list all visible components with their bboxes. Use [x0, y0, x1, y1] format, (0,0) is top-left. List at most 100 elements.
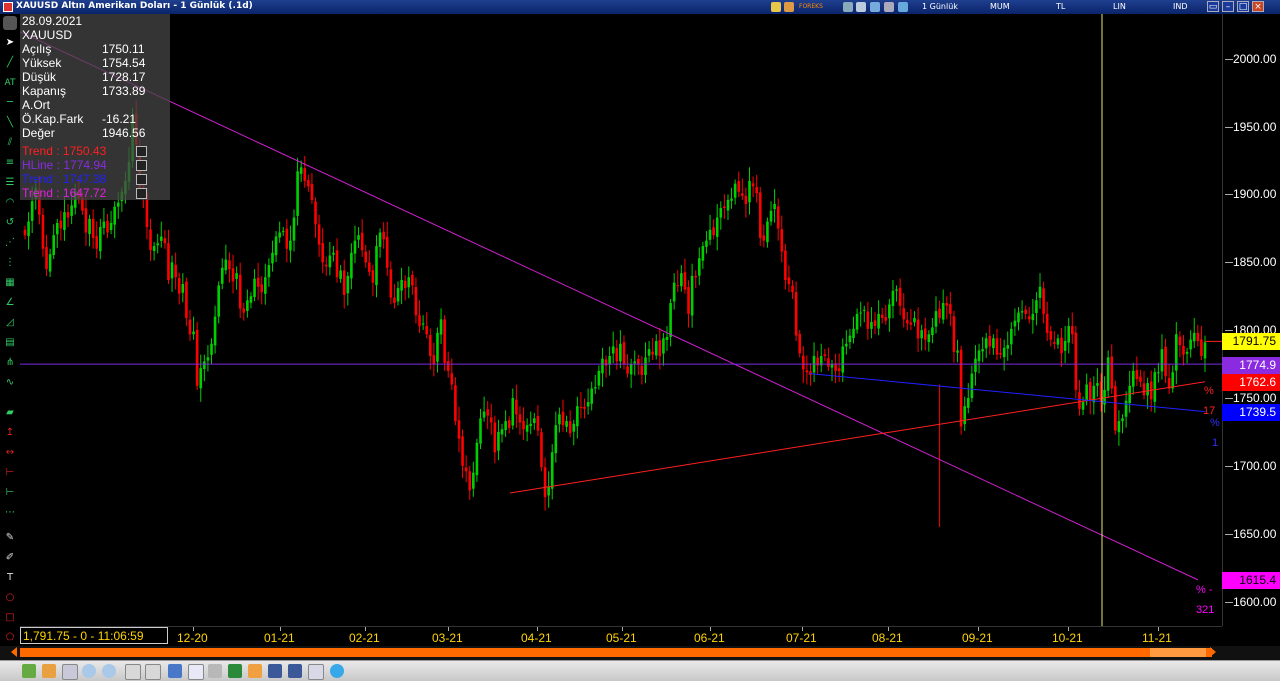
restore-button[interactable]: ▭ — [1207, 1, 1219, 12]
refresh-icon[interactable] — [42, 664, 56, 678]
zoom-out-icon[interactable] — [102, 664, 116, 678]
table-icon[interactable] — [188, 664, 204, 680]
rectangle-icon[interactable]: □ — [3, 611, 17, 625]
candle-body — [1045, 313, 1049, 333]
scale-selector[interactable]: LIN — [1113, 2, 1126, 11]
chart-type-selector[interactable]: MUM — [990, 2, 1010, 11]
edge-label: 1 — [1212, 437, 1219, 449]
horizontal-line-icon[interactable]: ─ — [3, 96, 17, 110]
candle-body — [637, 358, 640, 365]
candle-body — [1124, 400, 1128, 417]
price-chart[interactable] — [20, 14, 1222, 626]
candle-body — [787, 277, 791, 285]
info-label-close: Kapanış — [22, 84, 67, 98]
trend-row[interactable]: Trend : 1750.43 — [22, 144, 162, 158]
box-lines-icon[interactable]: ▤ — [3, 336, 17, 350]
green-line-icon[interactable]: ⊢ — [3, 486, 17, 500]
triangle-icon[interactable]: ◿ — [3, 316, 17, 330]
close-button[interactable]: × — [1252, 1, 1264, 12]
candle-body — [432, 355, 436, 365]
chart-window-icon[interactable] — [22, 664, 36, 678]
eraser-icon[interactable]: ✎ — [3, 531, 17, 545]
bars-icon[interactable] — [62, 664, 78, 680]
facebook-icon[interactable] — [268, 664, 282, 678]
image-export-icon[interactable] — [308, 664, 324, 680]
gann-icon[interactable]: ⋮ — [3, 256, 17, 270]
candle-body — [256, 277, 260, 287]
pitchfork-icon[interactable]: ⋔ — [3, 356, 17, 370]
red-arrow-icon[interactable]: ↔ — [3, 446, 17, 460]
trend-checkbox-magenta[interactable] — [136, 188, 147, 199]
parallel-line-icon[interactable]: ≡ — [3, 156, 17, 170]
maximize-button[interactable]: □ — [1237, 1, 1249, 12]
grid-tool-icon[interactable]: ▦ — [3, 276, 17, 290]
candle-body — [895, 289, 898, 291]
wave-icon[interactable]: ∿ — [3, 376, 17, 390]
dash-line-icon[interactable]: ⋯ — [3, 506, 17, 520]
price-axis[interactable]: 1600.00 1650.00 1700.00 1750.00 1800.00 1850.… — [1222, 14, 1280, 626]
list-icon[interactable] — [856, 2, 866, 12]
candle-body — [368, 262, 371, 272]
minimize-button[interactable]: – — [1222, 1, 1234, 12]
scroll-right-icon[interactable] — [1210, 647, 1216, 657]
horizontal-scrollbar[interactable] — [20, 648, 1212, 657]
currency-selector[interactable]: TL — [1056, 2, 1065, 11]
measure-icon[interactable] — [145, 664, 161, 680]
marker-icon[interactable]: ⊢ — [3, 466, 17, 480]
move-icon[interactable] — [870, 2, 880, 12]
candle-body — [981, 349, 984, 352]
database-icon[interactable] — [168, 664, 182, 678]
trend-row[interactable]: HLine : 1774.94 — [22, 158, 162, 172]
indicator-selector[interactable]: IND — [1173, 2, 1188, 11]
candle-body — [984, 338, 988, 349]
chart-icon[interactable] — [771, 2, 781, 12]
eraser-all-icon[interactable]: ✐ — [3, 551, 17, 565]
ellipse-icon[interactable]: ○ — [3, 591, 17, 605]
print-icon[interactable] — [208, 664, 222, 678]
text-label-icon[interactable]: T — [3, 571, 17, 585]
grid-icon[interactable] — [843, 2, 853, 12]
candle-body — [848, 335, 852, 343]
candle-body — [292, 217, 296, 241]
link-icon[interactable] — [784, 2, 794, 12]
trend-checkbox-red[interactable] — [136, 146, 147, 157]
curve-icon[interactable]: ↺ — [3, 216, 17, 230]
ruler-icon[interactable]: ▰ — [3, 406, 17, 420]
price-axis-label: 2000.00 — [1233, 51, 1277, 66]
fan-icon[interactable]: ⋰ — [3, 236, 17, 250]
angle-icon[interactable]: ∠ — [3, 296, 17, 310]
trend-checkbox-hline[interactable] — [136, 160, 147, 171]
pointer-icon[interactable]: ➤ — [3, 36, 17, 50]
zoom-in-icon[interactable] — [82, 664, 96, 678]
price-axis-tick — [1225, 58, 1233, 60]
arc-icon[interactable]: ◠ — [3, 196, 17, 210]
settings-icon[interactable] — [884, 2, 894, 12]
price-box-last: 1791.75 — [1222, 333, 1280, 350]
period-selector[interactable]: 1 Günlük — [922, 2, 958, 11]
crosshair-icon[interactable] — [898, 2, 908, 12]
draw-icon[interactable] — [125, 664, 141, 680]
facebook-alt-icon[interactable] — [288, 664, 302, 678]
share-icon[interactable] — [248, 664, 262, 678]
polygon-icon[interactable]: ⬠ — [3, 631, 17, 645]
candle-body — [1085, 384, 1088, 402]
candle-body — [45, 247, 48, 270]
twitter-icon[interactable] — [330, 664, 344, 678]
trend-row[interactable]: Trend : 1647.72 — [22, 186, 162, 200]
scroll-handle-icon[interactable] — [3, 16, 17, 30]
scroll-left-icon[interactable] — [11, 647, 17, 657]
candle-body — [654, 341, 658, 356]
trend-checkbox-blue[interactable] — [136, 174, 147, 185]
text-tool-icon[interactable]: AT — [3, 76, 17, 90]
trend-row[interactable]: Trend : 1747.38 — [22, 172, 162, 186]
arrow-up-icon[interactable]: ↥ — [3, 426, 17, 440]
channel-icon[interactable]: ⫽ — [3, 136, 17, 150]
trend-line-icon[interactable]: ╱ — [3, 56, 17, 70]
fibonacci-icon[interactable]: ☰ — [3, 176, 17, 190]
date-axis[interactable]: 12-20 01-21 02-21 03-21 04-21 05-21 06-21 07-21… — [20, 626, 1222, 647]
ray-icon[interactable]: ╲ — [3, 116, 17, 130]
scrollbar-thumb[interactable] — [1150, 648, 1206, 657]
candle-body — [414, 287, 418, 316]
info-value-prev-diff: -16.21 — [102, 112, 137, 126]
excel-icon[interactable] — [228, 664, 242, 678]
